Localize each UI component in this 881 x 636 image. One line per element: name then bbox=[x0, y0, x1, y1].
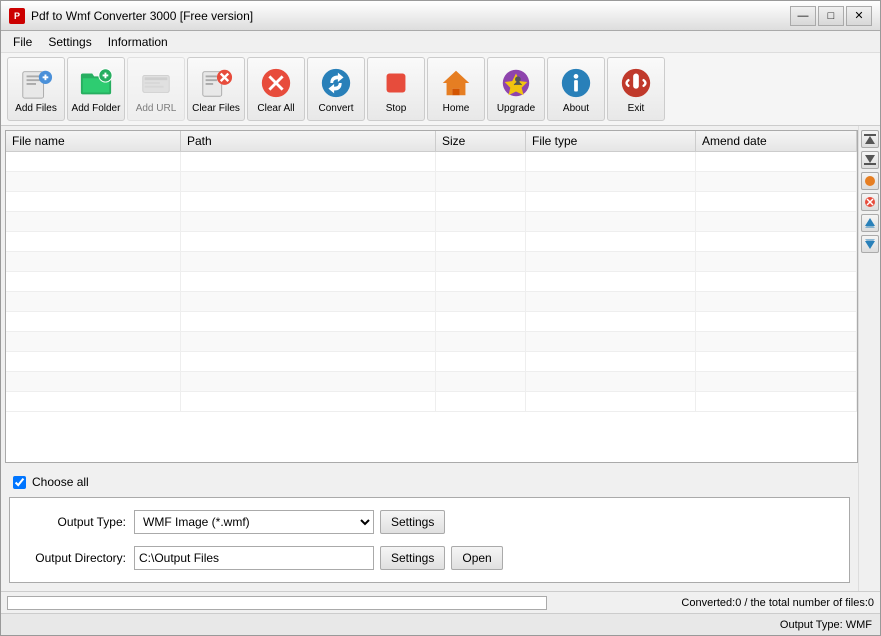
maximize-button[interactable]: □ bbox=[818, 6, 844, 26]
add-url-button: Add URL bbox=[127, 57, 185, 121]
clear-files-button[interactable]: Clear Files bbox=[187, 57, 245, 121]
status-bar: Converted:0 / the total number of files:… bbox=[1, 591, 880, 613]
main-content: File name Path Size File type Amend date bbox=[1, 126, 880, 591]
scroll-list-button[interactable] bbox=[861, 130, 879, 148]
progress-bar-area bbox=[7, 596, 547, 610]
scroll-list-down-button[interactable] bbox=[861, 151, 879, 169]
move-down-button[interactable] bbox=[861, 235, 879, 253]
choose-all-label: Choose all bbox=[32, 475, 89, 489]
table-row bbox=[6, 272, 857, 292]
about-icon bbox=[558, 65, 594, 101]
table-row bbox=[6, 172, 857, 192]
clear-all-button[interactable]: Clear All bbox=[247, 57, 305, 121]
title-bar-controls: — □ ✕ bbox=[790, 6, 872, 26]
output-type-bar-text: Output Type: WMF bbox=[780, 619, 872, 631]
toolbar: Add Files Add Folder bbox=[1, 53, 880, 126]
table-row bbox=[6, 332, 857, 352]
exit-icon bbox=[618, 65, 654, 101]
table-row bbox=[6, 192, 857, 212]
output-type-row: Output Type: WMF Image (*.wmf) Settings bbox=[26, 510, 833, 534]
file-table[interactable]: File name Path Size File type Amend date bbox=[5, 130, 858, 463]
home-button[interactable]: Home bbox=[427, 57, 485, 121]
col-filename: File name bbox=[6, 131, 181, 151]
options-panel: Output Type: WMF Image (*.wmf) Settings … bbox=[9, 497, 850, 583]
upgrade-icon bbox=[498, 65, 534, 101]
add-files-label: Add Files bbox=[15, 103, 57, 114]
add-files-icon bbox=[18, 65, 54, 101]
choose-all-row: Choose all bbox=[5, 471, 854, 493]
table-row bbox=[6, 232, 857, 252]
menu-settings[interactable]: Settings bbox=[40, 33, 99, 51]
col-path: Path bbox=[181, 131, 436, 151]
exit-label: Exit bbox=[628, 103, 645, 114]
bottom-area: Choose all Output Type: WMF Image (*.wmf… bbox=[1, 467, 858, 591]
move-up-button[interactable] bbox=[861, 214, 879, 232]
remove-item-orange-button[interactable] bbox=[861, 172, 879, 190]
sidebar-buttons bbox=[858, 126, 880, 591]
stop-label: Stop bbox=[386, 103, 407, 114]
home-label: Home bbox=[443, 103, 470, 114]
stop-icon bbox=[378, 65, 414, 101]
clear-files-label: Clear Files bbox=[192, 103, 240, 114]
clear-files-icon bbox=[198, 65, 234, 101]
home-icon bbox=[438, 65, 474, 101]
convert-label: Convert bbox=[318, 103, 353, 114]
about-label: About bbox=[563, 103, 589, 114]
output-type-bar: Output Type: WMF bbox=[1, 613, 880, 635]
menu-file[interactable]: File bbox=[5, 33, 40, 51]
clear-all-icon bbox=[258, 65, 294, 101]
table-row bbox=[6, 392, 857, 412]
clear-all-label: Clear All bbox=[257, 103, 294, 114]
output-type-select-wrapper: WMF Image (*.wmf) Settings bbox=[134, 510, 445, 534]
table-row bbox=[6, 352, 857, 372]
convert-button[interactable]: Convert bbox=[307, 57, 365, 121]
convert-icon bbox=[318, 65, 354, 101]
main-window: P Pdf to Wmf Converter 3000 [Free versio… bbox=[0, 0, 881, 636]
table-row bbox=[6, 292, 857, 312]
output-type-label: Output Type: bbox=[26, 515, 126, 529]
table-row bbox=[6, 152, 857, 172]
add-url-label: Add URL bbox=[136, 103, 177, 114]
app-icon: P bbox=[9, 8, 25, 24]
output-type-settings-button[interactable]: Settings bbox=[380, 510, 445, 534]
status-text: Converted:0 / the total number of files:… bbox=[555, 597, 874, 609]
menu-bar: File Settings Information bbox=[1, 31, 880, 53]
add-folder-label: Add Folder bbox=[72, 103, 121, 114]
output-directory-settings-button[interactable]: Settings bbox=[380, 546, 445, 570]
file-list-area: File name Path Size File type Amend date bbox=[1, 126, 858, 591]
stop-button[interactable]: Stop bbox=[367, 57, 425, 121]
about-button[interactable]: About bbox=[547, 57, 605, 121]
table-row bbox=[6, 312, 857, 332]
table-row bbox=[6, 252, 857, 272]
col-size: Size bbox=[436, 131, 526, 151]
upgrade-label: Upgrade bbox=[497, 103, 535, 114]
output-directory-row: Output Directory: Settings Open bbox=[26, 546, 833, 570]
table-row bbox=[6, 372, 857, 392]
title-bar-left: P Pdf to Wmf Converter 3000 [Free versio… bbox=[9, 8, 253, 24]
col-filetype: File type bbox=[526, 131, 696, 151]
remove-item-red-button[interactable] bbox=[861, 193, 879, 211]
output-type-select[interactable]: WMF Image (*.wmf) bbox=[134, 510, 374, 534]
output-directory-input[interactable] bbox=[134, 546, 374, 570]
table-header: File name Path Size File type Amend date bbox=[6, 131, 857, 152]
window-title: Pdf to Wmf Converter 3000 [Free version] bbox=[31, 9, 253, 23]
add-url-icon bbox=[138, 65, 174, 101]
output-directory-open-button[interactable]: Open bbox=[451, 546, 502, 570]
col-amenddate: Amend date bbox=[696, 131, 857, 151]
close-button[interactable]: ✕ bbox=[846, 6, 872, 26]
add-folder-icon bbox=[78, 65, 114, 101]
menu-information[interactable]: Information bbox=[100, 33, 176, 51]
add-folder-button[interactable]: Add Folder bbox=[67, 57, 125, 121]
table-row bbox=[6, 212, 857, 232]
table-body bbox=[6, 152, 857, 432]
choose-all-checkbox[interactable] bbox=[13, 476, 26, 489]
upgrade-button[interactable]: Upgrade bbox=[487, 57, 545, 121]
title-bar: P Pdf to Wmf Converter 3000 [Free versio… bbox=[1, 1, 880, 31]
exit-button[interactable]: Exit bbox=[607, 57, 665, 121]
output-directory-label: Output Directory: bbox=[26, 551, 126, 565]
output-directory-wrapper: Settings Open bbox=[134, 546, 503, 570]
minimize-button[interactable]: — bbox=[790, 6, 816, 26]
add-files-button[interactable]: Add Files bbox=[7, 57, 65, 121]
